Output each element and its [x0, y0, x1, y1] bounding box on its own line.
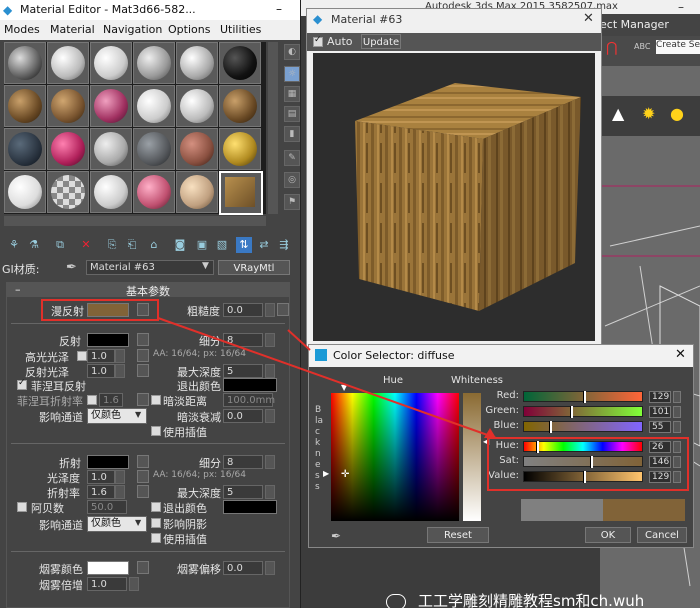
wechat-icon [386, 593, 406, 608]
annotation-arrow-head [484, 428, 496, 438]
annotation-arrows [157, 317, 497, 439]
annotation-arrow-line [287, 329, 311, 351]
watermark: 工工学雕刻精雕教程sm和ch.wuh [386, 590, 700, 608]
watermark-text: 工工学雕刻精雕教程sm和ch.wuh [418, 592, 645, 608]
annotation-arrow-line [157, 317, 497, 439]
